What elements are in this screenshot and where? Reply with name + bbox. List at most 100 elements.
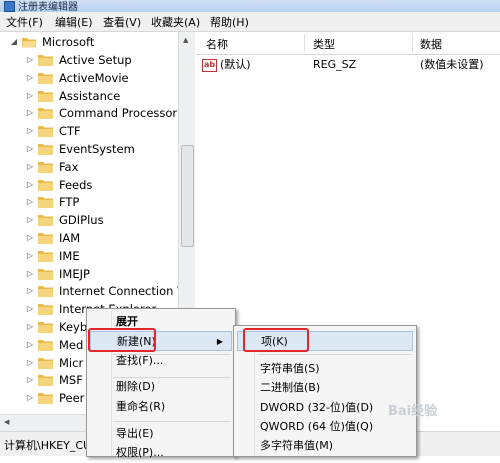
expand-arrow-icon[interactable]: ▷: [26, 300, 34, 318]
expand-arrow-icon[interactable]: ▷: [26, 51, 34, 69]
expand-arrow-icon[interactable]: ▷: [26, 389, 34, 407]
menu-item-label: QWORD (64 位)值(Q): [260, 420, 374, 433]
tree-label: Peer: [59, 391, 85, 406]
tree-label: Med: [59, 337, 84, 352]
folder-icon: [38, 107, 53, 120]
tree-label: Assistance: [59, 88, 121, 103]
collapse-arrow-icon[interactable]: ◢: [10, 33, 18, 51]
tree-label: CTF: [59, 124, 81, 139]
folder-icon: [38, 143, 53, 155]
menu-file[interactable]: 文件(F): [6, 14, 43, 30]
folder-icon: [38, 90, 53, 102]
tree-label: EventSystem: [59, 142, 135, 156]
expand-arrow-icon[interactable]: ▷: [26, 282, 34, 300]
submenu-item-dword[interactable]: DWORD (32-位)值(D): [237, 398, 413, 418]
expand-arrow-icon[interactable]: ▷: [26, 336, 34, 354]
menu-item-export[interactable]: 导出(E): [90, 424, 232, 444]
expand-arrow-icon[interactable]: ▷: [26, 229, 34, 247]
menu-bar: 文件(F) 编辑(E) 查看(V) 收藏夹(A) 帮助(H): [0, 12, 500, 32]
tree-label: IAM: [59, 231, 81, 245]
expand-arrow-icon[interactable]: ▷: [26, 211, 34, 229]
folder-icon: [38, 125, 53, 138]
watermark: Bai经验: [388, 404, 438, 419]
tree-label: Microsoft: [42, 35, 95, 49]
folder-icon: [38, 321, 53, 333]
value-type: REG_SZ: [313, 58, 357, 71]
expand-arrow-icon[interactable]: ▷: [26, 158, 34, 176]
expand-arrow-icon[interactable]: ▷: [26, 371, 34, 389]
expand-arrow-icon[interactable]: ▷: [26, 140, 34, 158]
expand-arrow-icon[interactable]: ▷: [26, 176, 34, 194]
column-divider: [412, 34, 413, 52]
menu-help[interactable]: 帮助(H): [210, 14, 249, 30]
menu-favorites[interactable]: 收藏夹(A): [151, 14, 200, 30]
submenu-item-qword[interactable]: QWORD (64 位)值(Q): [237, 417, 413, 437]
tree-label: MSF: [59, 373, 83, 388]
menu-edit[interactable]: 编辑(E): [55, 14, 93, 30]
highlight-box-new: [88, 328, 156, 352]
tree-label: Internet Connection W: [59, 284, 189, 299]
submenu-arrow-icon: ▶: [216, 337, 223, 346]
string-value-icon: ab: [202, 59, 217, 72]
tree-label: Fax: [59, 159, 79, 174]
value-row[interactable]: ab (默认) REG_SZ (数值未设置): [196, 56, 500, 74]
menu-item-label: 多字符串值(M): [260, 439, 334, 452]
menu-item-permissions[interactable]: 权限(P)...: [90, 443, 232, 463]
menu-item-find[interactable]: 查找(F)...: [90, 351, 232, 371]
title-bar: 注册表编辑器: [0, 0, 500, 13]
folder-icon: [38, 285, 53, 298]
tree-label: Feeds: [59, 177, 93, 192]
expand-arrow-icon[interactable]: ▷: [26, 247, 34, 265]
submenu-item-multistring[interactable]: 多字符串值(M): [237, 436, 413, 456]
menu-item-label: 删除(D): [116, 380, 156, 393]
column-type[interactable]: 类型: [313, 36, 335, 52]
scroll-left-icon[interactable]: ◀: [4, 418, 9, 426]
folder-icon: [38, 161, 53, 173]
menu-separator: [257, 354, 412, 355]
submenu-item-binary[interactable]: 二进制值(B): [237, 378, 413, 398]
tree-label: IMEJP: [59, 266, 90, 281]
tree-label: IME: [59, 248, 80, 263]
tree-label: FTP: [59, 195, 80, 210]
value-name: (默认): [220, 58, 251, 71]
scroll-up-icon[interactable]: ▲: [183, 36, 188, 44]
menu-item-rename[interactable]: 重命名(R): [90, 397, 232, 417]
menu-item-label: 字符串值(S): [260, 362, 320, 375]
tree-label: Micr: [59, 355, 84, 370]
scroll-thumb[interactable]: [181, 145, 194, 247]
tree-label: ActiveMovie: [59, 70, 129, 85]
column-name[interactable]: 名称: [206, 36, 228, 52]
column-data[interactable]: 数据: [420, 36, 442, 52]
expand-arrow-icon[interactable]: ▷: [26, 69, 34, 87]
column-header: 名称 类型 数据: [196, 32, 500, 55]
tree-label: Keyb: [59, 320, 88, 334]
menu-view[interactable]: 查看(V): [103, 14, 141, 30]
tree-label: GDIPlus: [59, 213, 104, 228]
folder-icon: [38, 392, 53, 405]
folder-icon: [38, 72, 53, 84]
expand-arrow-icon[interactable]: ▷: [26, 354, 34, 372]
menu-item-label: 权限(P)...: [116, 446, 164, 459]
regedit-icon: [4, 1, 15, 12]
folder-icon: [38, 54, 53, 66]
menu-item-label: DWORD (32-位)值(D): [260, 401, 374, 414]
expand-arrow-icon[interactable]: ▷: [26, 122, 34, 140]
folder-open-icon: [22, 36, 37, 48]
tree-label: Active Setup: [59, 53, 132, 67]
folder-icon: [38, 179, 53, 191]
expand-arrow-icon[interactable]: ▷: [26, 265, 34, 283]
menu-item-label: 重命名(R): [116, 400, 166, 413]
folder-icon: [38, 357, 53, 369]
folder-icon: [38, 374, 53, 387]
menu-item-label: 导出(E): [116, 427, 154, 440]
menu-separator: [113, 421, 231, 422]
expand-arrow-icon[interactable]: ▷: [26, 87, 34, 105]
highlight-box-key: [243, 328, 309, 352]
expand-arrow-icon[interactable]: ▷: [26, 318, 34, 336]
submenu-item-string[interactable]: 字符串值(S): [237, 359, 413, 379]
folder-icon: [38, 339, 53, 351]
expand-arrow-icon[interactable]: ▷: [26, 193, 34, 211]
menu-item-delete[interactable]: 删除(D): [90, 377, 232, 397]
expand-arrow-icon[interactable]: ▷: [26, 104, 34, 122]
tree-label: Command Processor: [59, 106, 178, 121]
